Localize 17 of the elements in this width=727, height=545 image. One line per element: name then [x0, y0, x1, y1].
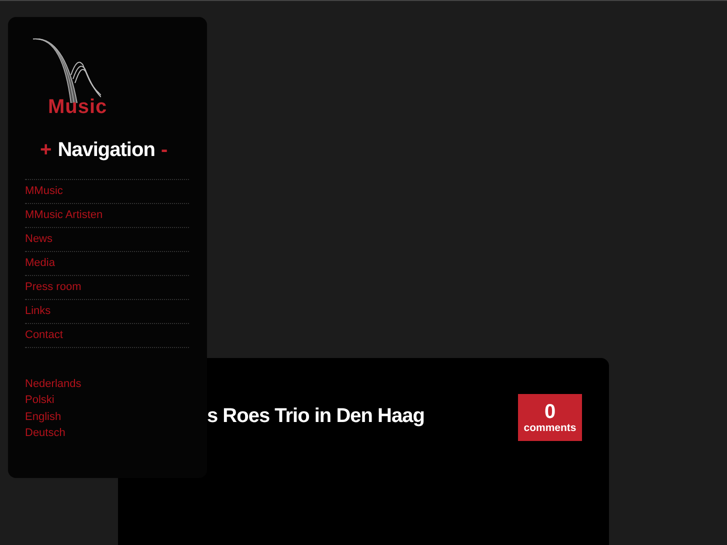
collapse-toggle[interactable]: - [160, 139, 168, 161]
navigation-heading: Navigation [58, 139, 155, 161]
language-link[interactable]: Nederlands [25, 376, 189, 392]
language-link[interactable]: Polski [25, 392, 189, 409]
expand-toggle[interactable]: + [40, 139, 52, 161]
menu-link[interactable]: Contact [25, 324, 189, 348]
menu-link[interactable]: MMusic Artisten [25, 204, 189, 228]
comments-counter[interactable]: 0 comments [518, 394, 582, 441]
post-title[interactable]: s Roes Trio in Den Haag [207, 401, 424, 431]
menu-link[interactable]: Press room [25, 276, 189, 300]
logo-text: Music [48, 97, 108, 117]
menu-link[interactable]: MMusic [25, 180, 189, 204]
menu-link[interactable]: Links [25, 300, 189, 324]
menu-link[interactable]: News [25, 228, 189, 252]
menu-link[interactable]: Media [25, 252, 189, 276]
language-link[interactable]: Deutsch [25, 424, 189, 442]
language-link[interactable]: English [25, 408, 189, 425]
